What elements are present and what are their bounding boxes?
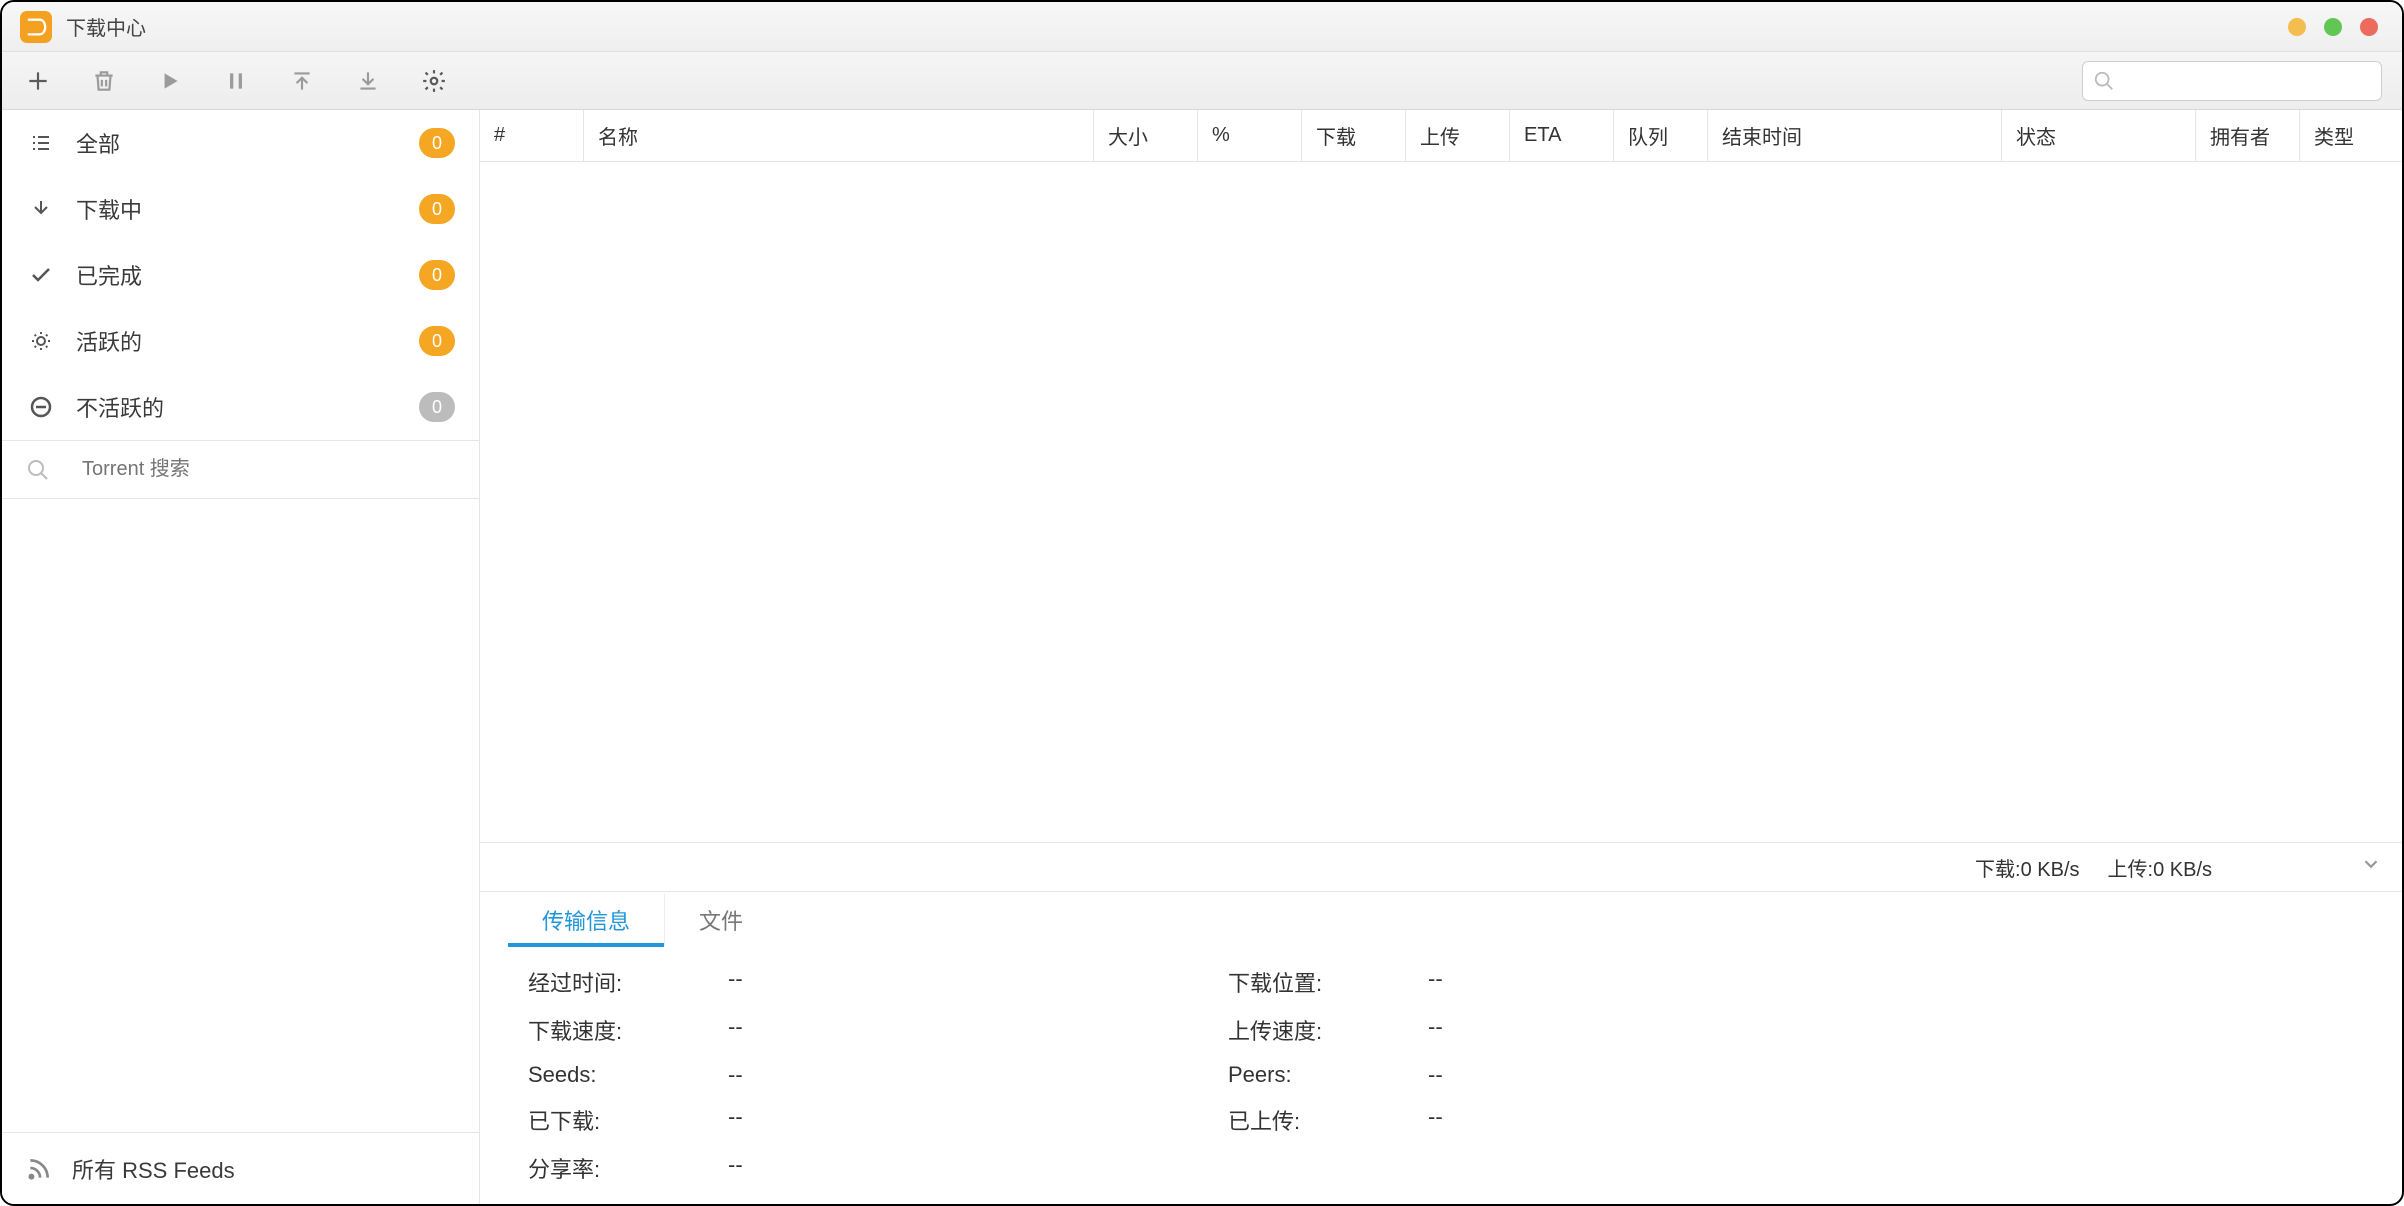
active-icon <box>26 329 56 353</box>
sidebar-item-label: 不活跃的 <box>76 391 419 423</box>
col-owner[interactable]: 拥有者 <box>2196 110 2300 161</box>
count-badge: 0 <box>419 326 455 356</box>
count-badge: 0 <box>419 128 455 158</box>
sidebar-item-label: 已完成 <box>76 259 419 291</box>
transfer-info-panel: 经过时间: -- 下载位置: -- 下载速度: -- 上传速度: -- Seed… <box>480 946 2402 1204</box>
column-headers: # 名称 大小 % 下载 上传 ETA 队列 结束时间 状态 拥有者 类型 <box>480 110 2402 162</box>
torrent-search-input[interactable] <box>82 458 455 481</box>
sidebar-item-downloading[interactable]: 下载中 0 <box>2 176 479 242</box>
tab-transfer-info[interactable]: 传输信息 <box>508 894 665 946</box>
search-icon <box>2093 70 2115 92</box>
sidebar: 全部 0 下载中 0 已完成 0 活跃的 0 <box>2 110 480 1204</box>
rss-label: 所有 RSS Feeds <box>72 1153 235 1185</box>
col-upload[interactable]: 上传 <box>1406 110 1510 161</box>
play-button[interactable] <box>154 65 186 97</box>
col-eta[interactable]: ETA <box>1510 110 1614 161</box>
sidebar-item-active[interactable]: 活跃的 0 <box>2 308 479 374</box>
list-icon <box>26 131 56 155</box>
info-elapsed: 经过时间: -- <box>528 966 1228 998</box>
col-queue[interactable]: 队列 <box>1614 110 1708 161</box>
minimize-button[interactable] <box>2288 18 2306 36</box>
toolbar-search-input[interactable] <box>2123 70 2371 91</box>
sidebar-rss[interactable]: 所有 RSS Feeds <box>2 1132 479 1204</box>
move-bottom-button[interactable] <box>352 65 384 97</box>
search-icon <box>26 458 50 482</box>
sidebar-item-inactive[interactable]: 不活跃的 0 <box>2 374 479 440</box>
task-list[interactable] <box>480 162 2402 842</box>
col-endtime[interactable]: 结束时间 <box>1708 110 2002 161</box>
sidebar-item-label: 下载中 <box>76 193 419 225</box>
info-destination: 下载位置: -- <box>1228 966 1928 998</box>
info-ulspeed: 上传速度: -- <box>1228 1014 1928 1046</box>
add-button[interactable] <box>22 65 54 97</box>
col-number[interactable]: # <box>480 110 584 161</box>
count-badge: 0 <box>419 194 455 224</box>
info-seeds: Seeds: -- <box>528 1062 1228 1088</box>
close-button[interactable] <box>2360 18 2378 36</box>
titlebar: 下载中心 <box>2 2 2402 52</box>
toolbar <box>2 52 2402 110</box>
col-status[interactable]: 状态 <box>2002 110 2196 161</box>
maximize-button[interactable] <box>2324 18 2342 36</box>
col-size[interactable]: 大小 <box>1094 110 1198 161</box>
window-controls <box>2288 18 2378 36</box>
info-downloaded: 已下载: -- <box>528 1104 1228 1136</box>
window-title: 下载中心 <box>66 12 146 41</box>
settings-button[interactable] <box>418 65 450 97</box>
expand-button[interactable] <box>2360 853 2382 881</box>
sidebar-item-label: 全部 <box>76 127 419 159</box>
count-badge: 0 <box>419 392 455 422</box>
download-icon <box>26 197 56 221</box>
rss-icon <box>26 1156 52 1182</box>
status-upload: 上传:0 KB/s <box>2108 853 2212 882</box>
status-bar: 下载:0 KB/s 上传:0 KB/s <box>480 842 2402 892</box>
delete-button[interactable] <box>88 65 120 97</box>
info-peers: Peers: -- <box>1228 1062 1928 1088</box>
sidebar-item-all[interactable]: 全部 0 <box>2 110 479 176</box>
app-window: 下载中心 <box>0 0 2404 1206</box>
col-download[interactable]: 下载 <box>1302 110 1406 161</box>
pause-button[interactable] <box>220 65 252 97</box>
app-icon <box>20 11 52 43</box>
sidebar-item-label: 活跃的 <box>76 325 419 357</box>
toolbar-search[interactable] <box>2082 61 2382 101</box>
move-top-button[interactable] <box>286 65 318 97</box>
tab-files[interactable]: 文件 <box>665 894 777 946</box>
col-percent[interactable]: % <box>1198 110 1302 161</box>
sidebar-item-completed[interactable]: 已完成 0 <box>2 242 479 308</box>
torrent-search[interactable] <box>2 441 479 499</box>
info-uploaded: 已上传: -- <box>1228 1104 1928 1136</box>
main-panel: # 名称 大小 % 下载 上传 ETA 队列 结束时间 状态 拥有者 类型 下载… <box>480 110 2402 1204</box>
detail-tabs: 传输信息 文件 <box>480 892 2402 946</box>
check-icon <box>26 263 56 287</box>
count-badge: 0 <box>419 260 455 290</box>
inactive-icon <box>26 395 56 419</box>
col-type[interactable]: 类型 <box>2300 110 2402 161</box>
status-download: 下载:0 KB/s <box>1975 853 2079 882</box>
info-dlspeed: 下载速度: -- <box>528 1014 1228 1046</box>
col-name[interactable]: 名称 <box>584 110 1094 161</box>
info-ratio: 分享率: -- <box>528 1152 1228 1184</box>
